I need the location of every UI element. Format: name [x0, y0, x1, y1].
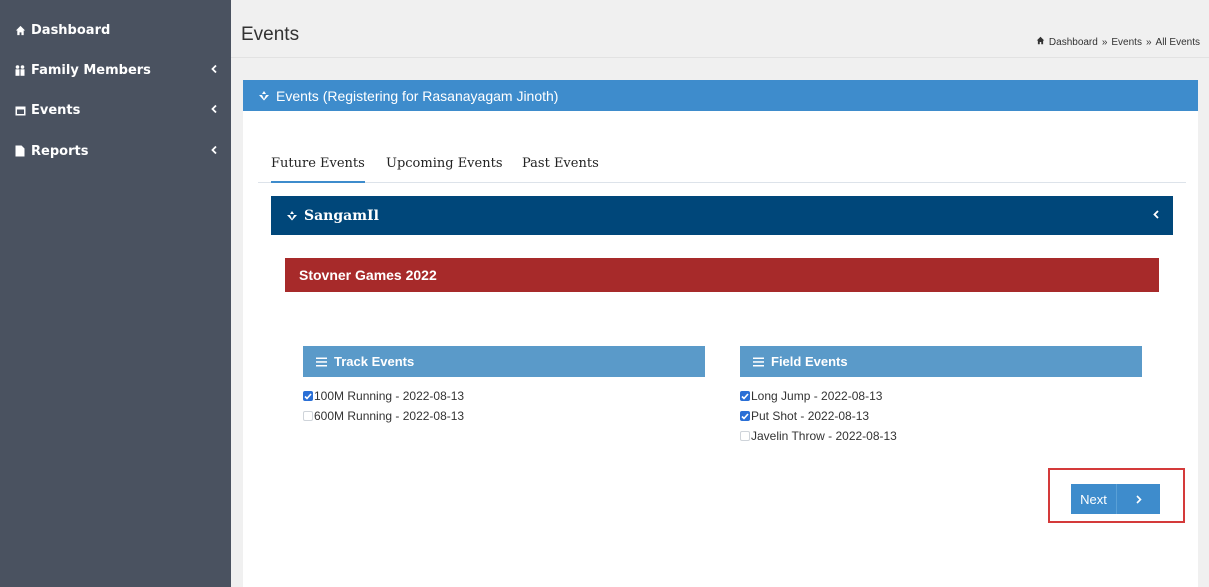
- sidebar-item-events[interactable]: Events: [0, 90, 231, 130]
- field-events-title: Field Events: [771, 354, 848, 369]
- field-events-header: Field Events: [740, 346, 1142, 377]
- hand-down-icon: [286, 210, 298, 221]
- card-title: Events (Registering for Rasanayagam Jino…: [276, 87, 559, 104]
- next-button-highlight: Next: [1048, 468, 1185, 523]
- breadcrumb-separator: »: [1101, 36, 1108, 48]
- page-header: Events Dashboard » Events » All Events: [231, 0, 1209, 58]
- checkbox-unchecked[interactable]: [303, 411, 313, 421]
- breadcrumb-events-link[interactable]: Events: [1111, 37, 1142, 48]
- home-icon: [1036, 36, 1045, 48]
- checkbox-checked[interactable]: [740, 391, 750, 401]
- sidebar-item-label: Events: [31, 102, 81, 118]
- sidebar-item-label: Dashboard: [31, 22, 111, 38]
- sidebar-item-family-members[interactable]: Family Members: [0, 50, 231, 90]
- list-icon: [316, 357, 327, 367]
- home-icon: [14, 24, 26, 36]
- organization-group-header[interactable]: SangamIl: [271, 196, 1173, 235]
- chevron-right-icon: [1117, 484, 1160, 514]
- chevron-left-icon: [211, 145, 217, 158]
- list-icon: [753, 357, 764, 367]
- tab-upcoming-events[interactable]: Upcoming Events: [386, 156, 503, 171]
- document-icon: [14, 145, 26, 157]
- track-events-header: Track Events: [303, 346, 705, 377]
- breadcrumb-dashboard-link[interactable]: Dashboard: [1049, 37, 1098, 48]
- tab-past-events[interactable]: Past Events: [522, 156, 599, 171]
- chevron-left-icon[interactable]: [1153, 209, 1159, 222]
- events-card: Events (Registering for Rasanayagam Jino…: [243, 80, 1198, 587]
- option-label: 600M Running - 2022-08-13: [314, 409, 465, 423]
- checkbox-checked[interactable]: [303, 391, 313, 401]
- sidebar: Dashboard Family Members Events Reports: [0, 0, 231, 587]
- track-event-option[interactable]: 600M Running - 2022-08-13: [303, 408, 464, 424]
- field-event-option[interactable]: Long Jump - 2022-08-13: [740, 388, 882, 404]
- event-title-bar: Stovner Games 2022: [285, 258, 1159, 292]
- next-button[interactable]: Next: [1071, 484, 1160, 514]
- sidebar-item-dashboard[interactable]: Dashboard: [0, 10, 231, 50]
- next-button-label: Next: [1071, 484, 1117, 514]
- option-label: Long Jump - 2022-08-13: [751, 389, 883, 403]
- calendar-icon: [14, 104, 26, 116]
- sidebar-item-reports[interactable]: Reports: [0, 131, 231, 171]
- checkbox-checked[interactable]: [740, 411, 750, 421]
- chevron-left-icon: [211, 64, 217, 77]
- sidebar-item-label: Family Members: [31, 62, 151, 78]
- chevron-left-icon: [211, 104, 217, 117]
- field-event-option[interactable]: Put Shot - 2022-08-13: [740, 408, 869, 424]
- track-events-title: Track Events: [334, 354, 415, 369]
- breadcrumb-separator: »: [1145, 36, 1152, 48]
- sidebar-item-label: Reports: [31, 143, 89, 159]
- checkbox-unchecked[interactable]: [740, 431, 750, 441]
- breadcrumb: Dashboard » Events » All Events: [1036, 36, 1200, 48]
- breadcrumb-current: All Events: [1155, 36, 1200, 48]
- users-icon: [14, 64, 26, 76]
- tab-future-events[interactable]: Future Events: [271, 156, 365, 183]
- track-event-option[interactable]: 100M Running - 2022-08-13: [303, 388, 464, 404]
- field-event-option[interactable]: Javelin Throw - 2022-08-13: [740, 428, 897, 444]
- hand-down-icon: [258, 90, 270, 101]
- option-label: Javelin Throw - 2022-08-13: [751, 429, 897, 443]
- card-header: Events (Registering for Rasanayagam Jino…: [243, 80, 1198, 111]
- option-label: Put Shot - 2022-08-13: [751, 409, 870, 423]
- events-tabs: Future Events Upcoming Events Past Event…: [258, 150, 1186, 183]
- page-title: Events: [241, 24, 300, 45]
- group-title: SangamIl: [304, 207, 379, 224]
- option-label: 100M Running - 2022-08-13: [314, 389, 465, 403]
